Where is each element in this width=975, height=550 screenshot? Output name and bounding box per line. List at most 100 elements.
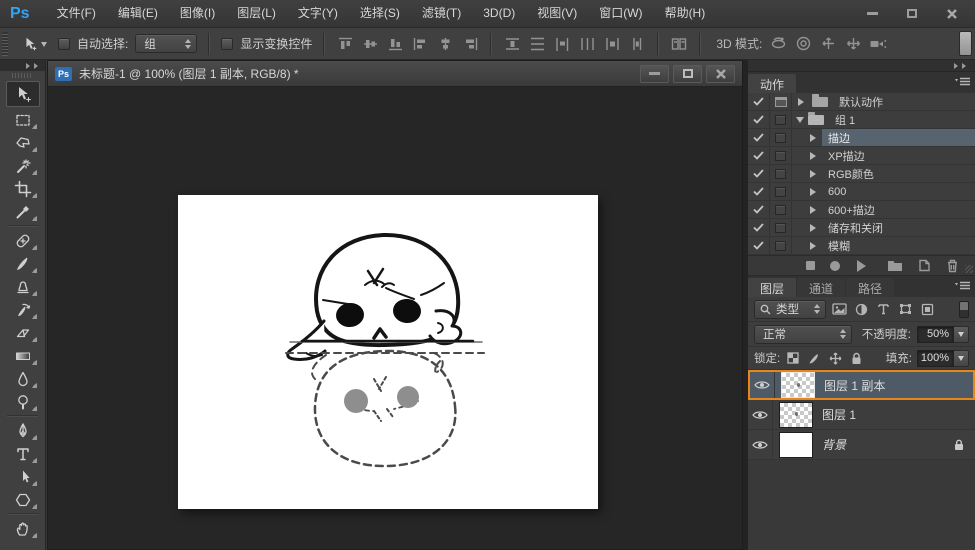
clone-stamp-tool[interactable] [0, 275, 45, 298]
document-minimize-button[interactable] [640, 64, 669, 83]
layer-visibility-toggle[interactable] [748, 430, 773, 459]
action-row[interactable]: 600 [748, 183, 975, 201]
action-dialog-toggle[interactable] [770, 111, 792, 128]
action-row[interactable]: 描边 [748, 129, 975, 147]
options-grip[interactable] [2, 31, 8, 56]
action-dialog-toggle[interactable] [770, 165, 792, 182]
expand-triangle-icon[interactable] [810, 223, 820, 232]
align-vertical-centers-button[interactable] [361, 35, 379, 52]
filter-type-dropdown[interactable]: 类型 [754, 299, 826, 319]
action-label[interactable]: 描边 [822, 129, 975, 146]
action-check-toggle[interactable] [748, 237, 770, 254]
filter-smart-objects-button[interactable] [919, 301, 936, 317]
filter-pixel-layers-button[interactable] [831, 301, 848, 317]
move-tool[interactable] [5, 81, 40, 107]
close-button[interactable] [937, 6, 967, 21]
auto-align-layers-button[interactable] [670, 35, 688, 52]
history-brush-tool[interactable] [0, 298, 45, 321]
action-dialog-toggle[interactable] [770, 147, 792, 164]
distribute-bottom-edges-button[interactable] [553, 35, 571, 52]
distribute-horizontal-centers-button[interactable] [603, 35, 621, 52]
lock-position-button[interactable] [827, 351, 843, 366]
action-row[interactable]: RGB颜色 [748, 165, 975, 183]
shape-tool[interactable] [0, 488, 45, 511]
align-horizontal-centers-button[interactable] [436, 35, 454, 52]
action-row[interactable]: 600+描边 [748, 201, 975, 219]
tab-actions[interactable]: 动作 [748, 74, 797, 93]
action-check-toggle[interactable] [748, 129, 770, 146]
record-button[interactable] [830, 260, 840, 271]
layers-panel-menu-button[interactable] [955, 281, 971, 291]
blend-mode-select[interactable]: 正常 [754, 324, 852, 344]
menu-filter[interactable]: 滤镜(T) [411, 0, 472, 27]
action-label[interactable]: 600+描边 [822, 201, 975, 218]
action-check-toggle[interactable] [748, 183, 770, 200]
menu-help[interactable]: 帮助(H) [654, 0, 717, 27]
layer-thumbnail[interactable] [779, 431, 813, 458]
action-label[interactable]: 模糊 [822, 237, 975, 254]
layer-name[interactable]: 图层 1 [822, 406, 856, 423]
opacity-dropdown-button[interactable] [954, 325, 969, 343]
brush-tool[interactable] [0, 252, 45, 275]
magic-wand-tool[interactable] [0, 154, 45, 177]
expand-triangle-icon[interactable] [810, 133, 820, 142]
menu-file[interactable]: 文件(F) [46, 0, 107, 27]
panel-resize-grip[interactable] [965, 265, 973, 273]
background-layer-row[interactable]: 背景 [748, 430, 975, 460]
action-check-toggle[interactable] [748, 219, 770, 236]
align-bottom-edges-button[interactable] [386, 35, 404, 52]
action-set-row[interactable]: 默认动作 [748, 93, 975, 111]
distribute-vertical-centers-button[interactable] [528, 35, 546, 52]
action-check-toggle[interactable] [748, 93, 770, 110]
filter-adjustment-layers-button[interactable] [853, 301, 870, 317]
align-right-edges-button[interactable] [461, 35, 479, 52]
toolbar-collapse-button[interactable] [0, 60, 45, 71]
3d-slide-button[interactable] [844, 35, 862, 52]
maximize-button[interactable] [897, 6, 927, 21]
pen-tool[interactable] [0, 419, 45, 442]
lock-pixels-button[interactable] [806, 351, 822, 366]
type-tool[interactable] [0, 442, 45, 465]
layer-thumbnail[interactable] [781, 372, 815, 398]
action-set-row[interactable]: 组 1 [748, 111, 975, 129]
delete-button[interactable] [946, 259, 959, 273]
document-close-button[interactable] [706, 64, 735, 83]
blur-tool[interactable] [0, 367, 45, 390]
action-row[interactable]: 储存和关闭 [748, 219, 975, 237]
lock-all-button[interactable] [848, 351, 864, 366]
action-dialog-toggle[interactable] [770, 129, 792, 146]
action-dialog-toggle[interactable] [770, 183, 792, 200]
expand-triangle-icon[interactable] [810, 205, 820, 214]
menu-3d[interactable]: 3D(D) [472, 0, 526, 27]
action-check-toggle[interactable] [748, 201, 770, 218]
layer-visibility-toggle[interactable] [750, 372, 775, 398]
new-set-button[interactable] [887, 260, 903, 272]
show-transform-checkbox[interactable] [221, 37, 234, 50]
3d-roll-button[interactable] [794, 35, 812, 52]
menu-edit[interactable]: 编辑(E) [107, 0, 169, 27]
eyedropper-tool[interactable] [0, 200, 45, 223]
action-label[interactable]: XP描边 [822, 147, 975, 164]
canvas[interactable] [178, 195, 598, 509]
menu-image[interactable]: 图像(I) [169, 0, 226, 27]
expand-triangle-icon[interactable] [798, 97, 808, 106]
action-set-label[interactable]: 组 1 [829, 111, 975, 128]
document-restore-button[interactable] [673, 64, 702, 83]
eraser-tool[interactable] [0, 321, 45, 344]
tab-layers[interactable]: 图层 [748, 278, 797, 297]
expand-triangle-icon[interactable] [810, 169, 820, 178]
menu-layer[interactable]: 图层(L) [226, 0, 287, 27]
layer-name[interactable]: 背景 [822, 436, 846, 453]
tab-channels[interactable]: 通道 [797, 278, 846, 297]
lasso-tool[interactable] [0, 131, 45, 154]
document-titlebar[interactable]: Ps 未标题-1 @ 100% (图层 1 副本, RGB/8) * [48, 61, 742, 87]
play-button[interactable] [857, 259, 872, 272]
menu-window[interactable]: 窗口(W) [588, 0, 653, 27]
distribute-right-edges-button[interactable] [628, 35, 646, 52]
3d-rotate-button[interactable] [769, 35, 787, 52]
align-top-edges-button[interactable] [336, 35, 354, 52]
auto-select-checkbox[interactable] [58, 37, 70, 50]
action-check-toggle[interactable] [748, 147, 770, 164]
toolbar-grip[interactable] [12, 73, 33, 78]
tab-paths[interactable]: 路径 [846, 278, 895, 297]
